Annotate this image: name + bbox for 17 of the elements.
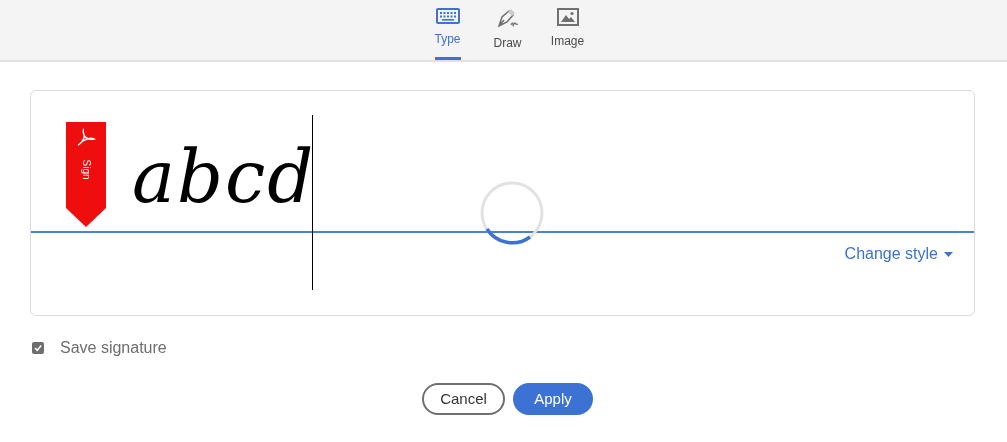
apply-button[interactable]: Apply [513, 383, 593, 415]
tab[interactable]: Image [539, 0, 596, 60]
tab[interactable]: Type [419, 0, 476, 60]
signature-text: abcd [132, 141, 316, 213]
cancel-button[interactable]: Cancel [422, 383, 505, 415]
change-style-dropdown[interactable]: Change style [844, 242, 953, 266]
loading-spinner-icon [479, 180, 545, 246]
tab[interactable]: Draw [479, 0, 536, 60]
save-signature-label: Save signature [60, 338, 167, 358]
acrobat-logo-icon [76, 128, 96, 146]
image-icon [556, 8, 579, 26]
save-signature-checkbox[interactable] [32, 342, 44, 354]
caret-icon [944, 251, 953, 257]
keyboard-icon [435, 8, 460, 24]
pen-nib-icon [495, 8, 520, 28]
sign-label: Sign [79, 159, 93, 180]
signature-pad[interactable]: Sign abcd Change style [30, 90, 975, 316]
